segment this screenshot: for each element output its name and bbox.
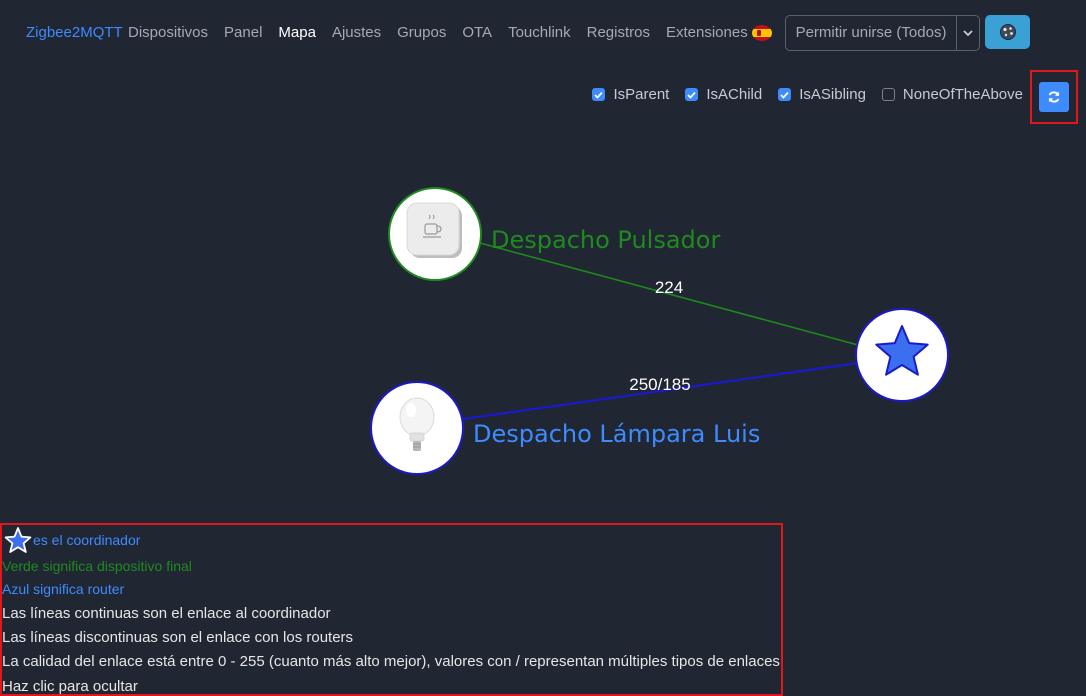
network-map[interactable]: 224 250/185 Despacho Pulsador Despacho L… bbox=[0, 0, 1086, 520]
node-label-pulsador: Despacho Pulsador bbox=[491, 226, 720, 254]
legend-solid-text: Las líneas continuas son el enlace al co… bbox=[2, 605, 331, 622]
node-label-lampara: Despacho Lámpara Luis bbox=[473, 420, 760, 448]
link-label-lampara: 250/185 bbox=[629, 375, 690, 394]
link-label-pulsador: 224 bbox=[655, 278, 683, 297]
legend-coordinator-text: es el coordinador bbox=[33, 532, 141, 548]
map-legend[interactable]: es el coordinador Verde significa dispos… bbox=[0, 523, 783, 696]
legend-blue-text: Azul significa router bbox=[2, 581, 125, 597]
legend-green-text: Verde significa dispositivo final bbox=[2, 558, 192, 574]
legend-quality-text: La calidad del enlace está entre 0 - 255… bbox=[2, 653, 780, 670]
node-coordinator[interactable] bbox=[855, 308, 949, 402]
legend-dashed-text: Las líneas discontinuas son el enlace co… bbox=[2, 629, 354, 646]
node-despacho-pulsador[interactable]: Despacho Pulsador bbox=[388, 187, 720, 281]
button-device-icon bbox=[406, 202, 462, 258]
legend-hide-text: Haz clic para ocultar bbox=[2, 678, 138, 695]
node-despacho-lampara-luis[interactable]: Despacho Lámpara Luis bbox=[370, 381, 760, 475]
app-root: Zigbee2MQTT Dispositivos Panel Mapa Ajus… bbox=[0, 0, 1086, 696]
star-icon bbox=[4, 527, 32, 553]
